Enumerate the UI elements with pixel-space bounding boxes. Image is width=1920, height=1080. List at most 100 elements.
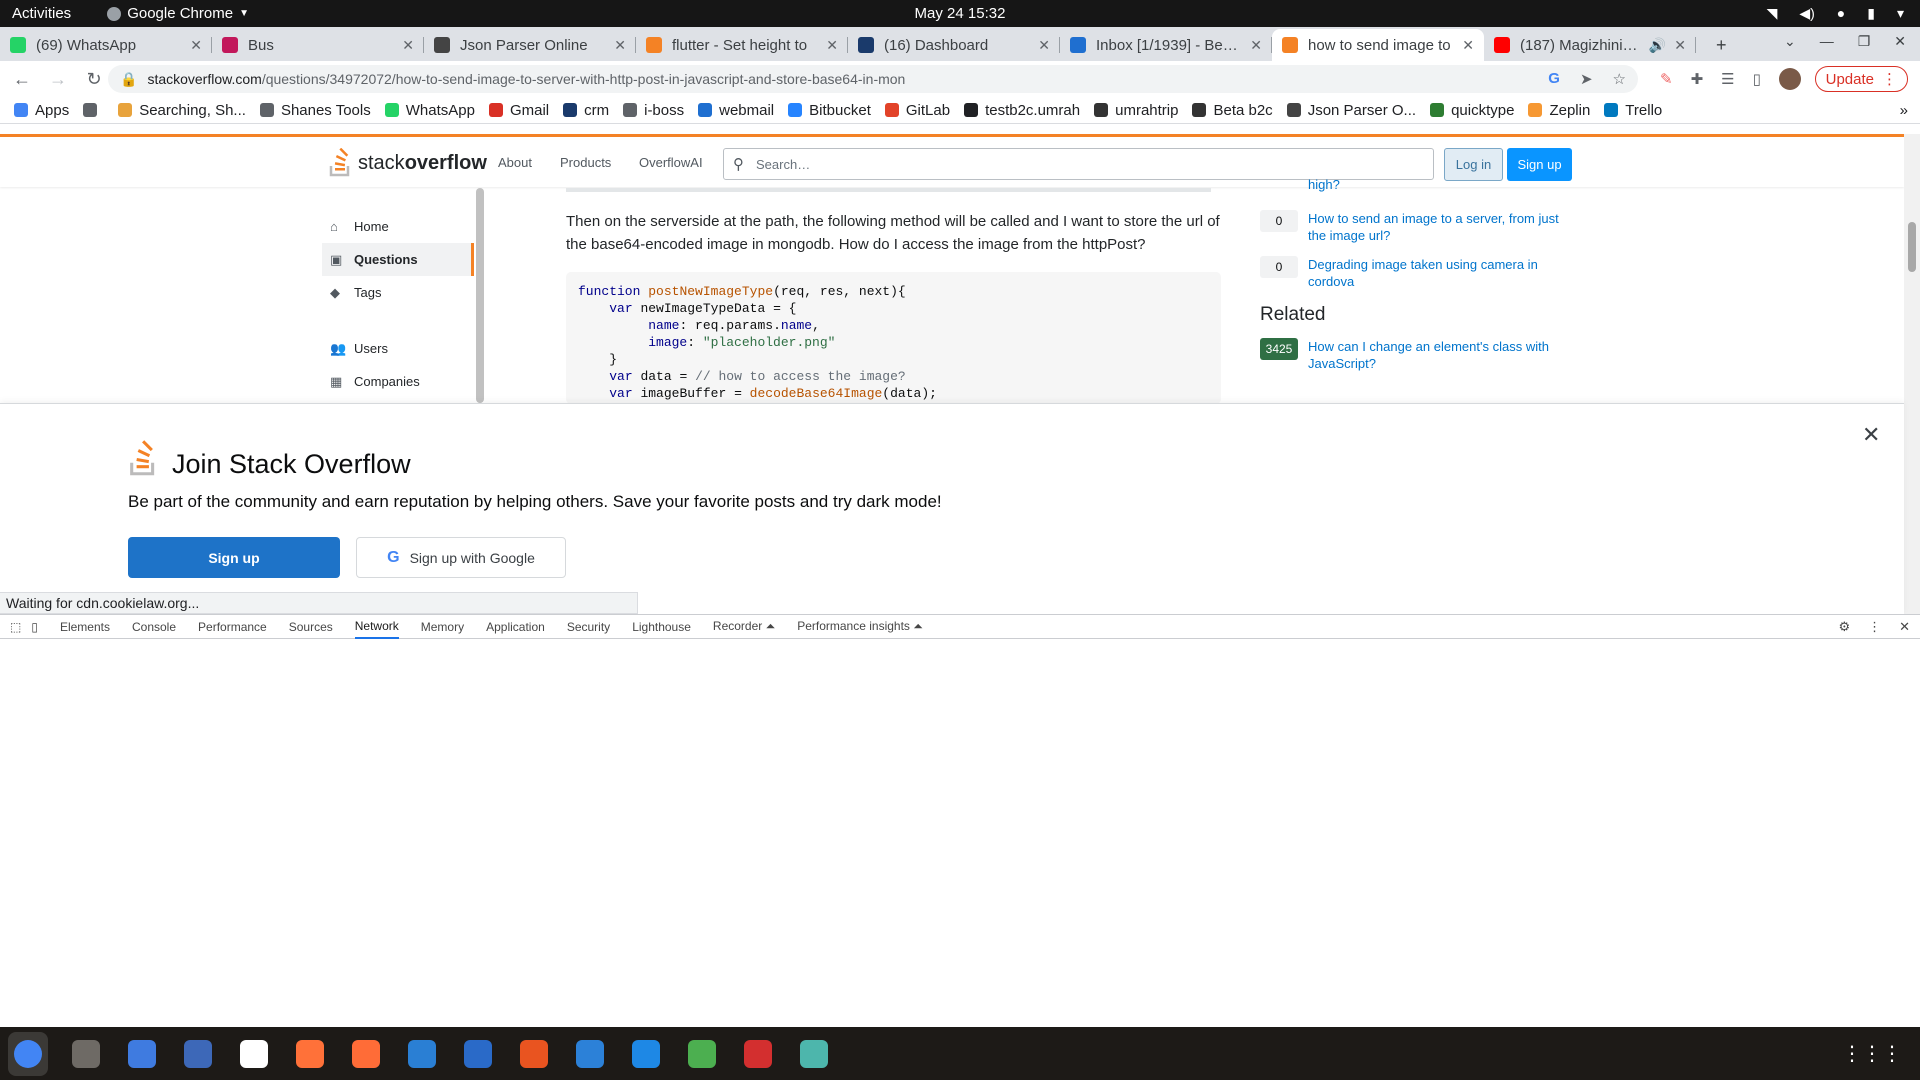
- close-tab-icon[interactable]: ✕: [1674, 37, 1686, 54]
- question-link[interactable]: How to send an image to a server, from j…: [1308, 210, 1570, 244]
- bookmark-item[interactable]: quicktype: [1430, 102, 1514, 119]
- left-sidebar-scrollbar[interactable]: [476, 188, 484, 403]
- browser-tab[interactable]: (69) WhatsApp ✕: [0, 29, 212, 61]
- clock[interactable]: May 24 15:32: [915, 5, 1006, 22]
- nav-products[interactable]: Products: [560, 155, 611, 170]
- nav-users[interactable]: 👥 Users: [322, 332, 474, 365]
- bookmark-item[interactable]: webmail: [698, 102, 774, 119]
- files-icon[interactable]: [68, 1036, 104, 1072]
- forward-icon[interactable]: →: [44, 69, 72, 90]
- close-tab-icon[interactable]: ✕: [1250, 37, 1262, 54]
- thunderbird-icon[interactable]: [404, 1036, 440, 1072]
- browser-tab[interactable]: (16) Dashboard ✕: [848, 29, 1060, 61]
- libreoffice-writer-icon[interactable]: [460, 1036, 496, 1072]
- bookmark-item[interactable]: crm: [563, 102, 609, 119]
- minimize-icon[interactable]: —: [1820, 33, 1834, 50]
- close-tab-icon[interactable]: ✕: [1462, 37, 1474, 54]
- slack-icon[interactable]: [236, 1036, 272, 1072]
- bookmark-item[interactable]: Bitbucket: [788, 102, 871, 119]
- so-logo[interactable]: stack overflow: [328, 148, 487, 178]
- bookmark-item[interactable]: [83, 102, 104, 119]
- back-icon[interactable]: ←: [8, 69, 36, 90]
- firefox-icon[interactable]: [292, 1036, 328, 1072]
- bookmark-item[interactable]: Beta b2c: [1192, 102, 1273, 119]
- picture-app-icon[interactable]: [684, 1036, 720, 1072]
- bookmark-item[interactable]: umrahtrip: [1094, 102, 1178, 119]
- question-link[interactable]: high?: [1308, 176, 1570, 198]
- bookmark-item[interactable]: Trello: [1604, 102, 1662, 119]
- browser-tab[interactable]: (187) Magizhini | A 🔊 ✕: [1484, 29, 1696, 61]
- network-app-icon[interactable]: [796, 1036, 832, 1072]
- devtools-tab[interactable]: Console: [132, 615, 176, 639]
- nav-home[interactable]: ⌂ Home: [322, 210, 474, 243]
- question-link[interactable]: How can I change an element's class with…: [1308, 338, 1570, 372]
- devtools-tab[interactable]: Security: [567, 615, 610, 639]
- new-tab-icon[interactable]: +: [1716, 35, 1727, 56]
- devtools-tab[interactable]: Application: [486, 615, 545, 639]
- bookmark-item[interactable]: testb2c.umrah: [964, 102, 1080, 119]
- reading-list-icon[interactable]: ☰: [1721, 70, 1734, 88]
- page-scrollbar[interactable]: [1904, 134, 1920, 614]
- alert-app-icon[interactable]: [740, 1036, 776, 1072]
- google-lens-icon[interactable]: G: [1548, 70, 1560, 88]
- tab-search-icon[interactable]: ⌄: [1784, 33, 1796, 50]
- address-bar[interactable]: 🔒 stackoverflow.com/questions/34972072/h…: [108, 65, 1638, 93]
- devtools-more-icon[interactable]: ⋮: [1868, 619, 1881, 635]
- app-menu[interactable]: Google Chrome ▼: [107, 5, 249, 22]
- devtools-tab[interactable]: Elements: [60, 615, 110, 639]
- close-tab-icon[interactable]: ✕: [826, 37, 838, 54]
- bookmark-star-icon[interactable]: ☆: [1613, 70, 1626, 88]
- bookmark-item[interactable]: Zeplin: [1528, 102, 1590, 119]
- devtools-tab[interactable]: Recorder ⏶: [713, 615, 775, 639]
- inspect-element-icon[interactable]: ⬚: [10, 620, 21, 634]
- bookmark-item[interactable]: Gmail: [488, 102, 549, 119]
- share-icon[interactable]: ➤: [1580, 70, 1593, 88]
- browser-tab[interactable]: Bus ✕: [212, 29, 424, 61]
- devtools-tab[interactable]: Network: [354, 615, 399, 639]
- devtools-tab[interactable]: Performance: [198, 615, 267, 639]
- devtools-tab[interactable]: Lighthouse: [632, 615, 691, 639]
- join-signup-button[interactable]: Sign up: [128, 537, 340, 578]
- update-button[interactable]: Update ⋮: [1814, 66, 1908, 92]
- nav-questions[interactable]: ▣ Questions: [322, 243, 474, 276]
- vscode-icon[interactable]: [628, 1036, 664, 1072]
- bookmark-item[interactable]: Json Parser O...: [1286, 102, 1416, 119]
- activities-button[interactable]: Activities: [12, 5, 71, 22]
- bookmark-item[interactable]: i-boss: [623, 102, 684, 119]
- speaker-icon[interactable]: 🔊: [1649, 37, 1666, 54]
- signup-google-button[interactable]: G Sign up with Google: [356, 537, 566, 578]
- close-icon[interactable]: ✕: [1862, 422, 1880, 448]
- reload-icon[interactable]: ↻: [80, 69, 108, 90]
- page-scrollbar-thumb[interactable]: [1908, 222, 1916, 272]
- browser-tab[interactable]: flutter - Set height to ✕: [636, 29, 848, 61]
- devtools-tab[interactable]: Performance insights ⏶: [797, 615, 923, 639]
- restore-icon[interactable]: ❐: [1858, 33, 1871, 50]
- more-bookmarks-icon[interactable]: »: [1900, 102, 1908, 119]
- close-window-icon[interactable]: ✕: [1894, 33, 1906, 50]
- nav-overflowai[interactable]: OverflowAI: [639, 155, 703, 170]
- software-center-icon[interactable]: [516, 1036, 552, 1072]
- nav-companies[interactable]: ▦ Companies: [322, 365, 474, 398]
- android-studio-icon[interactable]: [124, 1036, 160, 1072]
- extensions-icon[interactable]: ✚: [1691, 70, 1704, 88]
- close-tab-icon[interactable]: ✕: [402, 37, 414, 54]
- settings-gear-icon[interactable]: ⚙: [1838, 619, 1850, 635]
- system-tray[interactable]: ◥ ◀) ● ▮ ▾: [1767, 5, 1904, 22]
- close-tab-icon[interactable]: ✕: [1038, 37, 1050, 54]
- browser-tab[interactable]: Inbox [1/1939] - Benzy ✕: [1060, 29, 1272, 61]
- side-panel-icon[interactable]: ▯: [1753, 70, 1761, 88]
- nav-about[interactable]: About: [498, 155, 532, 170]
- devtools-close-icon[interactable]: ✕: [1899, 619, 1910, 635]
- bookmark-item[interactable]: WhatsApp: [384, 102, 475, 119]
- bookmark-item[interactable]: GitLab: [884, 102, 950, 119]
- bookmark-item[interactable]: Searching, Sh...: [118, 102, 246, 119]
- close-tab-icon[interactable]: ✕: [614, 37, 626, 54]
- bookmark-item[interactable]: Apps: [14, 102, 69, 119]
- question-link[interactable]: Degrading image taken using camera in co…: [1308, 256, 1570, 290]
- show-apps-icon[interactable]: ⋮⋮⋮: [1842, 1041, 1902, 1066]
- device-toolbar-icon[interactable]: ▯: [31, 620, 38, 634]
- text-editor-icon[interactable]: [180, 1036, 216, 1072]
- profile-avatar[interactable]: [1778, 68, 1801, 90]
- devtools-tab[interactable]: Sources: [289, 615, 333, 639]
- bookmark-item[interactable]: Shanes Tools: [259, 102, 371, 119]
